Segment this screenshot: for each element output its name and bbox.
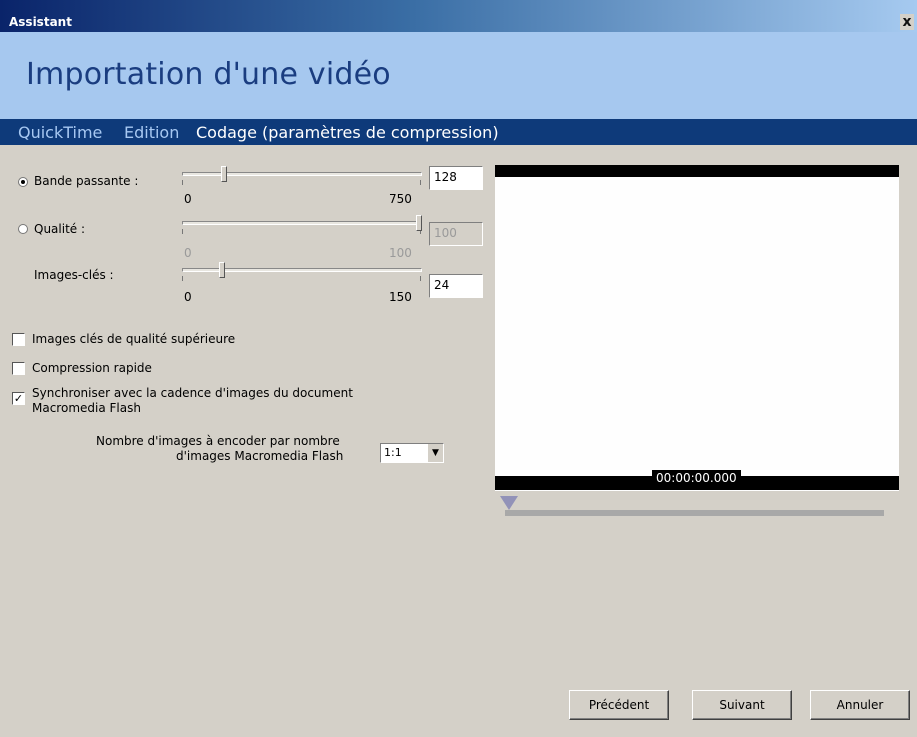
tick-mark (182, 180, 183, 185)
frames-ratio-value: 1:1 (384, 446, 402, 459)
check-icon: ✓ (13, 392, 24, 405)
scrub-track[interactable] (505, 510, 884, 516)
preview-top-bar (495, 165, 899, 177)
next-button[interactable]: Suivant (692, 690, 792, 720)
previous-button[interactable]: Précédent (569, 690, 669, 720)
tick-mark (420, 276, 421, 281)
keyframes-max: 150 (389, 290, 412, 304)
page-title: Importation d'une vidéo (26, 57, 391, 92)
hq-keyframes-label: Images clés de qualité supérieure (32, 332, 236, 346)
bandwidth-slider-thumb[interactable] (221, 166, 227, 182)
keyframes-input[interactable]: 24 (429, 274, 483, 298)
quality-slider-thumb[interactable] (416, 215, 422, 231)
tab-edition[interactable]: Edition (124, 123, 179, 142)
fast-compression-checkbox[interactable] (12, 362, 25, 375)
quality-label: Qualité : (34, 222, 86, 236)
quality-max: 100 (389, 246, 412, 260)
video-preview (495, 165, 899, 491)
bandwidth-slider-track[interactable] (182, 172, 422, 176)
title-bar (0, 0, 917, 32)
keyframes-slider-thumb[interactable] (219, 262, 225, 278)
timecode: 00:00:00.000 (652, 470, 741, 486)
bandwidth-min: 0 (184, 192, 192, 206)
tick-mark (182, 276, 183, 281)
sync-label-line1: Synchroniser avec la cadence d'images du… (32, 386, 353, 400)
sync-checkbox[interactable]: ✓ (12, 392, 25, 405)
quality-slider-track[interactable] (182, 221, 422, 225)
cancel-button[interactable]: Annuler (810, 690, 910, 720)
tick-mark (182, 229, 183, 234)
window-title: Assistant (9, 15, 72, 29)
frames-ratio-select[interactable]: 1:1 ▼ (380, 443, 444, 463)
close-button[interactable]: x (900, 14, 914, 30)
keyframes-label: Images-clés : (34, 268, 114, 282)
quality-input[interactable]: 100 (429, 222, 483, 246)
fast-compression-label: Compression rapide (32, 361, 152, 375)
sync-label-line2: Macromedia Flash (32, 401, 141, 415)
hq-keyframes-checkbox[interactable] (12, 333, 25, 346)
keyframes-min: 0 (184, 290, 192, 304)
tab-codage[interactable]: Codage (paramètres de compression) (196, 123, 499, 142)
frames-label-line1: Nombre d'images à encoder par nombre (96, 434, 340, 448)
keyframes-slider-track[interactable] (182, 268, 422, 272)
quality-radio[interactable] (18, 224, 28, 234)
radio-selected-dot (21, 180, 25, 184)
tab-quicktime[interactable]: QuickTime (18, 123, 102, 142)
bandwidth-label: Bande passante : (34, 174, 139, 188)
scrub-handle-icon[interactable] (500, 496, 518, 510)
chevron-down-icon[interactable]: ▼ (427, 444, 443, 462)
frames-label-line2: d'images Macromedia Flash (176, 449, 344, 463)
bandwidth-max: 750 (389, 192, 412, 206)
tab-strip: QuickTime Edition Codage (paramètres de … (0, 119, 917, 145)
tick-mark (420, 180, 421, 185)
quality-min: 0 (184, 246, 192, 260)
bandwidth-input[interactable]: 128 (429, 166, 483, 190)
bandwidth-radio[interactable] (18, 177, 28, 187)
